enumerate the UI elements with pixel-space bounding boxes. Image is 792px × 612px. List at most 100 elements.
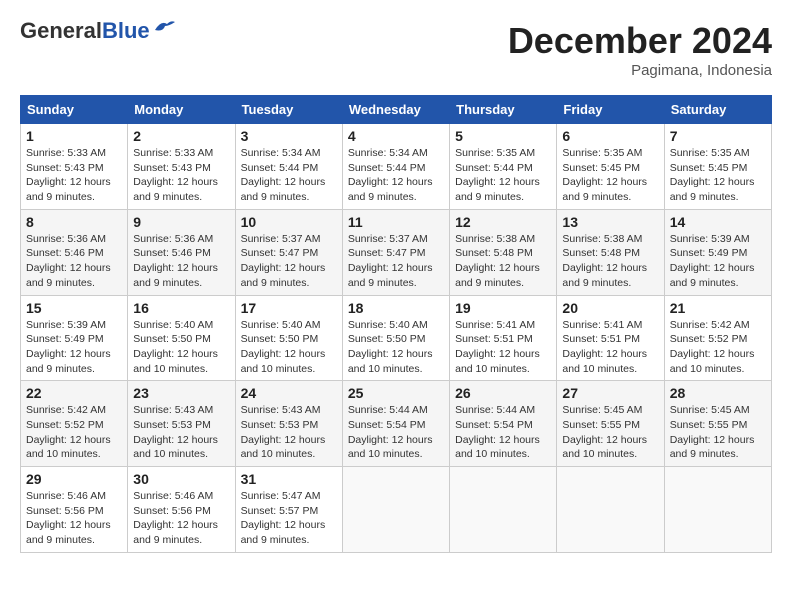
calendar-cell: 22 Sunrise: 5:42 AMSunset: 5:52 PMDayligh… (21, 381, 128, 467)
day-info: Sunrise: 5:33 AMSunset: 5:43 PMDaylight:… (133, 146, 229, 205)
calendar-cell: 7Sunrise: 5:35 AMSunset: 5:45 PMDaylight… (664, 124, 771, 210)
day-info: Sunrise: 5:37 AMSunset: 5:47 PMDaylight:… (241, 232, 337, 291)
day-info: Sunrise: 5:42 AMSunset: 5:52 PMDaylight:… (670, 318, 766, 377)
day-info: Sunrise: 5:39 AMSunset: 5:49 PMDaylight:… (670, 232, 766, 291)
day-info: Sunrise: 5:42 AMSunset: 5:52 PMDaylight:… (26, 403, 122, 462)
calendar-header-row: SundayMondayTuesdayWednesdayThursdayFrid… (21, 96, 772, 124)
day-header-thursday: Thursday (450, 96, 557, 124)
calendar-cell (557, 467, 664, 553)
calendar-cell: 17 Sunrise: 5:40 AMSunset: 5:50 PMDayligh… (235, 295, 342, 381)
calendar-body: 1 Sunrise: 5:33 AMSunset: 5:43 PMDaylight… (21, 124, 772, 553)
day-info: Sunrise: 5:44 AMSunset: 5:54 PMDaylight:… (455, 403, 551, 462)
calendar-cell (450, 467, 557, 553)
calendar-week-row: 22 Sunrise: 5:42 AMSunset: 5:52 PMDayligh… (21, 381, 772, 467)
day-number: 7 (670, 128, 766, 144)
day-info: Sunrise: 5:43 AMSunset: 5:53 PMDaylight:… (133, 403, 229, 462)
calendar-cell: 26 Sunrise: 5:44 AMSunset: 5:54 PMDayligh… (450, 381, 557, 467)
calendar-cell: 18 Sunrise: 5:40 AMSunset: 5:50 PMDayligh… (342, 295, 449, 381)
day-header-tuesday: Tuesday (235, 96, 342, 124)
calendar-cell: 3Sunrise: 5:34 AMSunset: 5:44 PMDaylight… (235, 124, 342, 210)
day-number: 15 (26, 300, 122, 316)
day-info: Sunrise: 5:39 AMSunset: 5:49 PMDaylight:… (26, 318, 122, 377)
day-info: Sunrise: 5:41 AMSunset: 5:51 PMDaylight:… (455, 318, 551, 377)
day-info: Sunrise: 5:35 AMSunset: 5:44 PMDaylight:… (455, 146, 551, 205)
day-info: Sunrise: 5:45 AMSunset: 5:55 PMDaylight:… (670, 403, 766, 462)
day-info: Sunrise: 5:44 AMSunset: 5:54 PMDaylight:… (348, 403, 444, 462)
day-number: 10 (241, 214, 337, 230)
day-number: 14 (670, 214, 766, 230)
calendar-cell: 12 Sunrise: 5:38 AMSunset: 5:48 PMDayligh… (450, 209, 557, 295)
day-info: Sunrise: 5:33 AMSunset: 5:43 PMDaylight:… (26, 146, 122, 205)
day-info: Sunrise: 5:38 AMSunset: 5:48 PMDaylight:… (562, 232, 658, 291)
day-number: 29 (26, 471, 122, 487)
calendar-cell: 19 Sunrise: 5:41 AMSunset: 5:51 PMDayligh… (450, 295, 557, 381)
page-header: GeneralBlue December 2024 Pagimana, Indo… (20, 20, 772, 79)
day-number: 11 (348, 214, 444, 230)
calendar-cell: 1 Sunrise: 5:33 AMSunset: 5:43 PMDaylight… (21, 124, 128, 210)
day-number: 6 (562, 128, 658, 144)
day-number: 9 (133, 214, 229, 230)
day-info: Sunrise: 5:38 AMSunset: 5:48 PMDaylight:… (455, 232, 551, 291)
day-number: 26 (455, 385, 551, 401)
day-number: 20 (562, 300, 658, 316)
calendar-cell: 30Sunrise: 5:46 AMSunset: 5:56 PMDayligh… (128, 467, 235, 553)
day-number: 16 (133, 300, 229, 316)
day-info: Sunrise: 5:41 AMSunset: 5:51 PMDaylight:… (562, 318, 658, 377)
day-number: 28 (670, 385, 766, 401)
day-info: Sunrise: 5:40 AMSunset: 5:50 PMDaylight:… (348, 318, 444, 377)
logo: GeneralBlue (20, 20, 175, 42)
calendar-cell: 11Sunrise: 5:37 AMSunset: 5:47 PMDayligh… (342, 209, 449, 295)
day-info: Sunrise: 5:34 AMSunset: 5:44 PMDaylight:… (348, 146, 444, 205)
calendar-cell: 9 Sunrise: 5:36 AMSunset: 5:46 PMDaylight… (128, 209, 235, 295)
calendar-week-row: 15 Sunrise: 5:39 AMSunset: 5:49 PMDayligh… (21, 295, 772, 381)
calendar-cell: 8 Sunrise: 5:36 AMSunset: 5:46 PMDaylight… (21, 209, 128, 295)
calendar-cell: 28 Sunrise: 5:45 AMSunset: 5:55 PMDayligh… (664, 381, 771, 467)
day-number: 21 (670, 300, 766, 316)
logo-general: General (20, 18, 102, 43)
calendar-cell: 13 Sunrise: 5:38 AMSunset: 5:48 PMDayligh… (557, 209, 664, 295)
day-number: 25 (348, 385, 444, 401)
calendar-cell: 16 Sunrise: 5:40 AMSunset: 5:50 PMDayligh… (128, 295, 235, 381)
day-info: Sunrise: 5:36 AMSunset: 5:46 PMDaylight:… (133, 232, 229, 291)
day-number: 19 (455, 300, 551, 316)
day-number: 23 (133, 385, 229, 401)
day-number: 4 (348, 128, 444, 144)
day-info: Sunrise: 5:40 AMSunset: 5:50 PMDaylight:… (241, 318, 337, 377)
calendar-cell: 6Sunrise: 5:35 AMSunset: 5:45 PMDaylight… (557, 124, 664, 210)
calendar-cell: 4 Sunrise: 5:34 AMSunset: 5:44 PMDaylight… (342, 124, 449, 210)
day-number: 27 (562, 385, 658, 401)
day-number: 8 (26, 214, 122, 230)
location: Pagimana, Indonesia (508, 62, 772, 79)
day-header-friday: Friday (557, 96, 664, 124)
day-number: 13 (562, 214, 658, 230)
month-title: December 2024 (508, 20, 772, 62)
calendar-cell: 14 Sunrise: 5:39 AMSunset: 5:49 PMDayligh… (664, 209, 771, 295)
day-number: 18 (348, 300, 444, 316)
day-info: Sunrise: 5:46 AMSunset: 5:56 PMDaylight:… (133, 489, 229, 548)
day-header-saturday: Saturday (664, 96, 771, 124)
day-number: 3 (241, 128, 337, 144)
calendar-cell: 31Sunrise: 5:47 AMSunset: 5:57 PMDayligh… (235, 467, 342, 553)
day-number: 1 (26, 128, 122, 144)
calendar-cell: 5 Sunrise: 5:35 AMSunset: 5:44 PMDaylight… (450, 124, 557, 210)
day-number: 12 (455, 214, 551, 230)
day-header-sunday: Sunday (21, 96, 128, 124)
calendar-cell: 27Sunrise: 5:45 AMSunset: 5:55 PMDayligh… (557, 381, 664, 467)
logo-text: GeneralBlue (20, 20, 150, 42)
day-info: Sunrise: 5:40 AMSunset: 5:50 PMDaylight:… (133, 318, 229, 377)
calendar-cell: 10 Sunrise: 5:37 AMSunset: 5:47 PMDayligh… (235, 209, 342, 295)
calendar-cell: 21 Sunrise: 5:42 AMSunset: 5:52 PMDayligh… (664, 295, 771, 381)
day-number: 22 (26, 385, 122, 401)
day-info: Sunrise: 5:46 AMSunset: 5:56 PMDaylight:… (26, 489, 122, 548)
day-header-wednesday: Wednesday (342, 96, 449, 124)
day-number: 5 (455, 128, 551, 144)
calendar-table: SundayMondayTuesdayWednesdayThursdayFrid… (20, 95, 772, 553)
calendar-cell (342, 467, 449, 553)
day-number: 24 (241, 385, 337, 401)
day-number: 2 (133, 128, 229, 144)
title-block: December 2024 Pagimana, Indonesia (508, 20, 772, 79)
day-number: 17 (241, 300, 337, 316)
day-info: Sunrise: 5:36 AMSunset: 5:46 PMDaylight:… (26, 232, 122, 291)
calendar-cell: 2 Sunrise: 5:33 AMSunset: 5:43 PMDaylight… (128, 124, 235, 210)
day-info: Sunrise: 5:43 AMSunset: 5:53 PMDaylight:… (241, 403, 337, 462)
